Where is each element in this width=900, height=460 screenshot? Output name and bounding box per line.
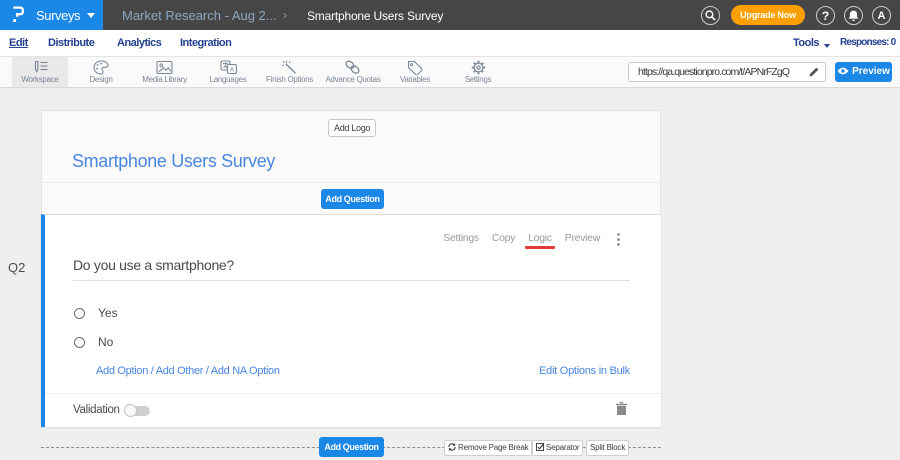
svg-text:A: A — [229, 67, 234, 74]
